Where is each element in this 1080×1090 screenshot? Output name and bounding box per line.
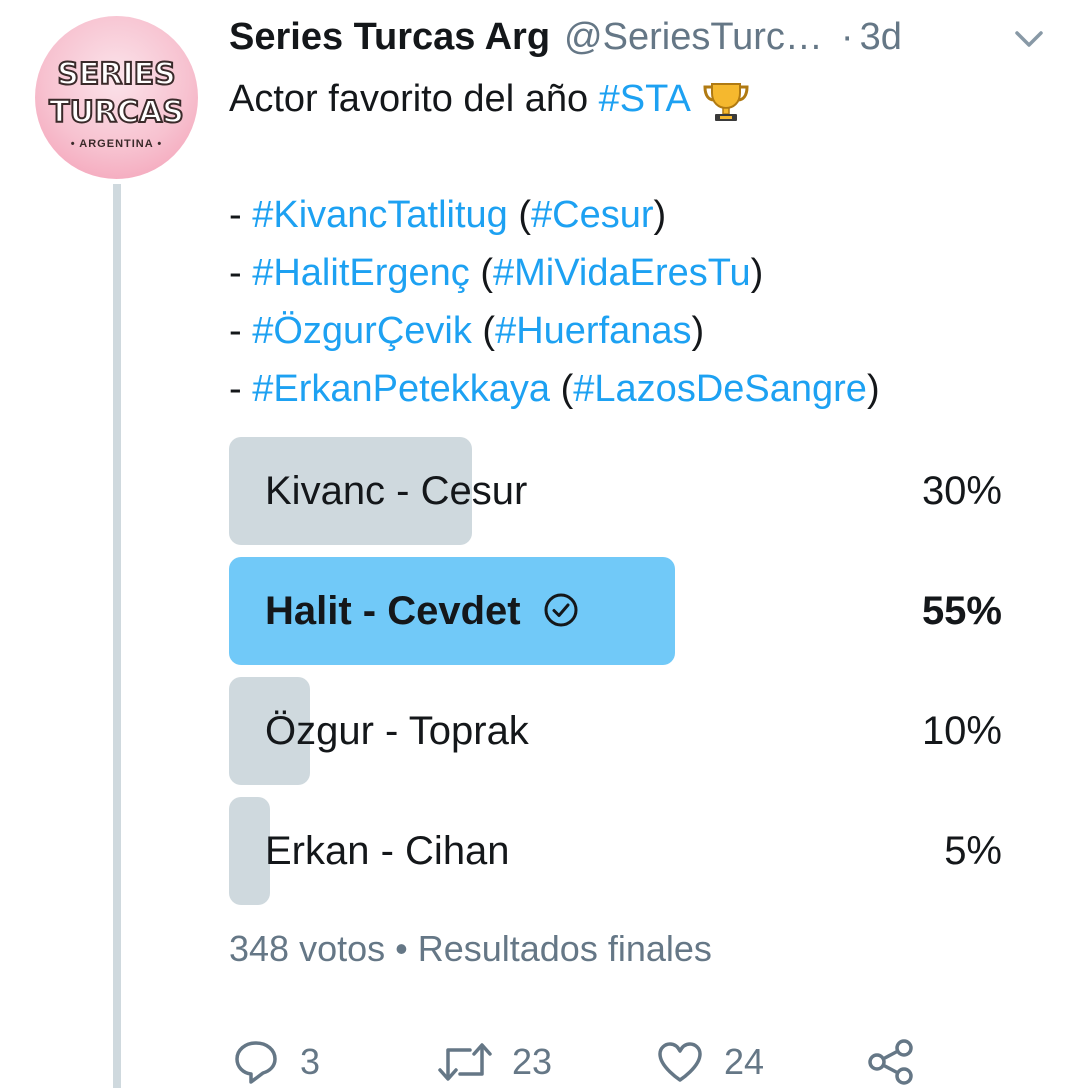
poll-option: Erkan - Cihan 5% xyxy=(229,797,1002,905)
tweet-text: Actor favorito del año #STA - #KivancTat… xyxy=(229,70,880,418)
hashtag-link[interactable]: #LazosDeSangre xyxy=(573,368,867,410)
avatar-logo-line: SERIES xyxy=(56,56,176,92)
reply-icon xyxy=(235,1041,277,1084)
poll: Kivanc - Cesur 30% Halit - Cevdet 55% Öz… xyxy=(229,437,1002,917)
check-circle-icon xyxy=(544,593,578,627)
heart-icon xyxy=(658,1042,702,1082)
retweet-button[interactable]: 23 xyxy=(438,1034,552,1090)
poll-option-label: Erkan - Cihan xyxy=(265,829,510,873)
trophy-icon xyxy=(703,82,749,121)
poll-option: Özgur - Toprak 10% xyxy=(229,677,1002,785)
retweet-count: 23 xyxy=(512,1041,553,1082)
poll-option-percent: 55% xyxy=(921,589,1002,633)
paren-close: ) xyxy=(866,368,880,410)
paren-open: ( xyxy=(507,194,532,236)
poll-option-percent: 10% xyxy=(921,709,1002,753)
tweet-header: Series Turcas Arg @SeriesTurc… · 3d xyxy=(229,14,902,60)
reply-count: 3 xyxy=(300,1041,321,1082)
paren-close: ) xyxy=(653,194,667,236)
share-icon xyxy=(868,1039,913,1085)
chevron-down-icon[interactable] xyxy=(1012,24,1046,54)
hashtag-link[interactable]: #Cesur xyxy=(531,194,654,236)
reply-button[interactable]: 3 xyxy=(232,1034,320,1090)
poll-option: Kivanc - Cesur 30% xyxy=(229,437,1002,545)
author-handle[interactable]: @SeriesTurc… xyxy=(564,16,823,59)
poll-option-label: Kivanc - Cesur xyxy=(265,469,528,513)
separator-dot: · xyxy=(840,15,854,58)
tweet-text-segment: Actor favorito del año xyxy=(229,78,599,120)
tweet-list-item: - #ErkanPetekkaya (#LazosDeSangre) xyxy=(229,360,880,418)
timestamp[interactable]: 3d xyxy=(860,16,902,59)
poll-option-percent: 5% xyxy=(944,829,1002,873)
poll-option-label: Halit - Cevdet xyxy=(265,557,579,665)
like-count: 24 xyxy=(724,1041,765,1082)
hashtag-link[interactable]: #STA xyxy=(599,78,691,120)
avatar-logo-subline: • ARGENTINA • xyxy=(70,137,163,150)
tweet-line-title: Actor favorito del año #STA xyxy=(229,70,880,128)
retweet-icon xyxy=(438,1043,492,1081)
paren-open: ( xyxy=(550,368,574,410)
hashtag-link[interactable]: #KivancTatlitug xyxy=(252,194,508,236)
hashtag-link[interactable]: #ErkanPetekkaya xyxy=(252,368,550,410)
hashtag-link[interactable]: #Huerfanas xyxy=(495,310,691,352)
avatar[interactable]: SERIES TURCAS • ARGENTINA • xyxy=(35,16,198,179)
paren-close: ) xyxy=(750,252,764,294)
paren-open: ( xyxy=(469,252,493,294)
tweet-list-item: - #ÖzgurÇevik (#Huerfanas) xyxy=(229,302,880,360)
tweet-list-item: - #KivancTatlitug (#Cesur) xyxy=(229,186,880,244)
poll-meta: 348 votos • Resultados finales xyxy=(229,928,712,969)
hashtag-link[interactable]: #ÖzgurÇevik xyxy=(252,310,472,352)
author-name[interactable]: Series Turcas Arg xyxy=(229,16,550,59)
tweet-actions: 3 23 24 xyxy=(232,1034,932,1090)
hashtag-link[interactable]: #HalitErgenç xyxy=(252,252,470,294)
list-dash: - xyxy=(229,368,253,410)
list-dash: - xyxy=(229,194,253,236)
list-dash: - xyxy=(229,310,253,352)
poll-option-label: Özgur - Toprak xyxy=(265,709,529,753)
poll-result-bar xyxy=(229,797,270,905)
tweet-list-item: - #HalitErgenç (#MiVidaEresTu) xyxy=(229,244,880,302)
poll-option-percent: 30% xyxy=(921,469,1002,513)
poll-option-label-text: Halit - Cevdet xyxy=(265,589,521,633)
paren-close: ) xyxy=(691,310,705,352)
hashtag-link[interactable]: #MiVidaEresTu xyxy=(493,252,751,294)
paren-open: ( xyxy=(471,310,496,352)
list-dash: - xyxy=(229,252,253,294)
thread-line xyxy=(113,184,121,1088)
poll-option-winner: Halit - Cevdet 55% xyxy=(229,557,1002,665)
share-button[interactable] xyxy=(866,1034,916,1090)
like-button[interactable]: 24 xyxy=(656,1034,764,1090)
avatar-logo-line: TURCAS xyxy=(48,94,185,130)
